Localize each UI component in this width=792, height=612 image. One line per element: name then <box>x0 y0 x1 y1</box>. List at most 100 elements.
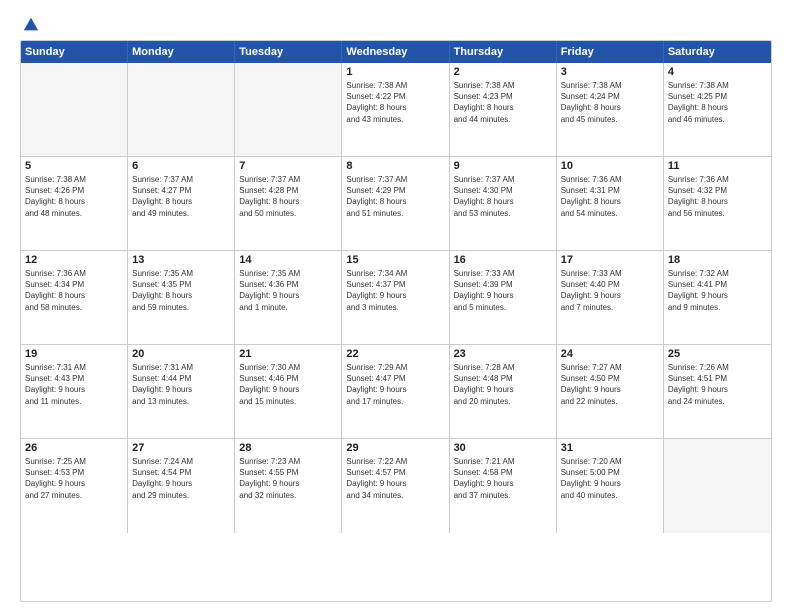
calendar-row-0: 1 Sunrise: 7:38 AM Sunset: 4:22 PM Daylig… <box>21 63 771 157</box>
day-number: 1 <box>346 66 444 78</box>
day-number: 2 <box>454 66 552 78</box>
day-info: Sunrise: 7:35 AM Sunset: 4:35 PM Dayligh… <box>132 268 230 313</box>
day-number: 24 <box>561 348 659 360</box>
calendar-cell-day-3: 3 Sunrise: 7:38 AM Sunset: 4:24 PM Daylig… <box>557 63 664 156</box>
day-info: Sunrise: 7:23 AM Sunset: 4:55 PM Dayligh… <box>239 456 337 501</box>
calendar-cell-day-24: 24 Sunrise: 7:27 AM Sunset: 4:50 PM Dayli… <box>557 345 664 438</box>
day-info: Sunrise: 7:34 AM Sunset: 4:37 PM Dayligh… <box>346 268 444 313</box>
day-number: 3 <box>561 66 659 78</box>
calendar-cell-day-26: 26 Sunrise: 7:25 AM Sunset: 4:53 PM Dayli… <box>21 439 128 533</box>
calendar-cell-day-28: 28 Sunrise: 7:23 AM Sunset: 4:55 PM Dayli… <box>235 439 342 533</box>
day-info: Sunrise: 7:33 AM Sunset: 4:39 PM Dayligh… <box>454 268 552 313</box>
calendar-cell-day-12: 12 Sunrise: 7:36 AM Sunset: 4:34 PM Dayli… <box>21 251 128 344</box>
day-info: Sunrise: 7:21 AM Sunset: 4:58 PM Dayligh… <box>454 456 552 501</box>
calendar-cell-day-27: 27Sunrise: 7:24 AM Sunset: 4:54 PM Dayli… <box>128 439 235 533</box>
day-info: Sunrise: 7:37 AM Sunset: 4:29 PM Dayligh… <box>346 174 444 219</box>
calendar-cell-empty <box>21 63 128 156</box>
day-number: 4 <box>668 66 767 78</box>
day-number: 12 <box>25 254 123 266</box>
day-info: Sunrise: 7:38 AM Sunset: 4:25 PM Dayligh… <box>668 80 767 125</box>
day-info: Sunrise: 7:37 AM Sunset: 4:28 PM Dayligh… <box>239 174 337 219</box>
day-info: Sunrise: 7:27 AM Sunset: 4:50 PM Dayligh… <box>561 362 659 407</box>
day-number: 17 <box>561 254 659 266</box>
day-number: 21 <box>239 348 337 360</box>
day-info: Sunrise: 7:20 AM Sunset: 5:00 PM Dayligh… <box>561 456 659 501</box>
calendar-cell-day-19: 19 Sunrise: 7:31 AM Sunset: 4:43 PM Dayli… <box>21 345 128 438</box>
header-day-friday: Friday <box>557 41 664 63</box>
calendar-cell-day-8: 8 Sunrise: 7:37 AM Sunset: 4:29 PM Daylig… <box>342 157 449 250</box>
calendar-page: SundayMondayTuesdayWednesdayThursdayFrid… <box>0 0 792 612</box>
day-number: 26 <box>25 442 123 454</box>
day-info: Sunrise: 7:36 AM Sunset: 4:32 PM Dayligh… <box>668 174 767 219</box>
day-number: 13 <box>132 254 230 266</box>
day-info: Sunrise: 7:31 AM Sunset: 4:44 PM Dayligh… <box>132 362 230 407</box>
day-info: Sunrise: 7:37 AM Sunset: 4:27 PM Dayligh… <box>132 174 230 219</box>
header-day-sunday: Sunday <box>21 41 128 63</box>
calendar-cell-day-2: 2 Sunrise: 7:38 AM Sunset: 4:23 PM Daylig… <box>450 63 557 156</box>
logo <box>20 16 40 30</box>
day-info: Sunrise: 7:32 AM Sunset: 4:41 PM Dayligh… <box>668 268 767 313</box>
calendar-cell-day-11: 11 Sunrise: 7:36 AM Sunset: 4:32 PM Dayli… <box>664 157 771 250</box>
calendar-row-1: 5Sunrise: 7:38 AM Sunset: 4:26 PM Daylig… <box>21 157 771 251</box>
day-info: Sunrise: 7:25 AM Sunset: 4:53 PM Dayligh… <box>25 456 123 501</box>
calendar-cell-day-17: 17 Sunrise: 7:33 AM Sunset: 4:40 PM Dayli… <box>557 251 664 344</box>
day-info: Sunrise: 7:38 AM Sunset: 4:22 PM Dayligh… <box>346 80 444 125</box>
day-info: Sunrise: 7:31 AM Sunset: 4:43 PM Dayligh… <box>25 362 123 407</box>
day-number: 14 <box>239 254 337 266</box>
day-number: 20 <box>132 348 230 360</box>
day-number: 15 <box>346 254 444 266</box>
day-number: 5 <box>25 160 123 172</box>
day-number: 7 <box>239 160 337 172</box>
day-number: 6 <box>132 160 230 172</box>
day-number: 8 <box>346 160 444 172</box>
calendar-cell-day-23: 23 Sunrise: 7:28 AM Sunset: 4:48 PM Dayli… <box>450 345 557 438</box>
day-number: 18 <box>668 254 767 266</box>
day-info: Sunrise: 7:35 AM Sunset: 4:36 PM Dayligh… <box>239 268 337 313</box>
calendar-cell-day-20: 20 Sunrise: 7:31 AM Sunset: 4:44 PM Dayli… <box>128 345 235 438</box>
day-info: Sunrise: 7:36 AM Sunset: 4:34 PM Dayligh… <box>25 268 123 313</box>
day-number: 31 <box>561 442 659 454</box>
day-info: Sunrise: 7:33 AM Sunset: 4:40 PM Dayligh… <box>561 268 659 313</box>
day-info: Sunrise: 7:22 AM Sunset: 4:57 PM Dayligh… <box>346 456 444 501</box>
day-number: 10 <box>561 160 659 172</box>
day-number: 30 <box>454 442 552 454</box>
day-info: Sunrise: 7:37 AM Sunset: 4:30 PM Dayligh… <box>454 174 552 219</box>
header-day-monday: Monday <box>128 41 235 63</box>
calendar-cell-day-15: 15 Sunrise: 7:34 AM Sunset: 4:37 PM Dayli… <box>342 251 449 344</box>
calendar: SundayMondayTuesdayWednesdayThursdayFrid… <box>20 40 772 602</box>
calendar-cell-day-10: 10 Sunrise: 7:36 AM Sunset: 4:31 PM Dayli… <box>557 157 664 250</box>
calendar-row-4: 26 Sunrise: 7:25 AM Sunset: 4:53 PM Dayli… <box>21 439 771 533</box>
calendar-row-2: 12 Sunrise: 7:36 AM Sunset: 4:34 PM Dayli… <box>21 251 771 345</box>
day-number: 29 <box>346 442 444 454</box>
day-info: Sunrise: 7:28 AM Sunset: 4:48 PM Dayligh… <box>454 362 552 407</box>
day-number: 28 <box>239 442 337 454</box>
calendar-cell-day-22: 22 Sunrise: 7:29 AM Sunset: 4:47 PM Dayli… <box>342 345 449 438</box>
header-day-saturday: Saturday <box>664 41 771 63</box>
calendar-cell-day-25: 25Sunrise: 7:26 AM Sunset: 4:51 PM Dayli… <box>664 345 771 438</box>
calendar-cell-day-29: 29 Sunrise: 7:22 AM Sunset: 4:57 PM Dayli… <box>342 439 449 533</box>
page-header <box>20 16 772 30</box>
day-number: 22 <box>346 348 444 360</box>
day-number: 9 <box>454 160 552 172</box>
day-info: Sunrise: 7:30 AM Sunset: 4:46 PM Dayligh… <box>239 362 337 407</box>
calendar-cell-day-5: 5Sunrise: 7:38 AM Sunset: 4:26 PM Daylig… <box>21 157 128 250</box>
calendar-cell-day-16: 16 Sunrise: 7:33 AM Sunset: 4:39 PM Dayli… <box>450 251 557 344</box>
day-info: Sunrise: 7:29 AM Sunset: 4:47 PM Dayligh… <box>346 362 444 407</box>
day-number: 27 <box>132 442 230 454</box>
calendar-cell-day-7: 7 Sunrise: 7:37 AM Sunset: 4:28 PM Daylig… <box>235 157 342 250</box>
day-info: Sunrise: 7:38 AM Sunset: 4:24 PM Dayligh… <box>561 80 659 125</box>
day-info: Sunrise: 7:36 AM Sunset: 4:31 PM Dayligh… <box>561 174 659 219</box>
day-number: 16 <box>454 254 552 266</box>
day-info: Sunrise: 7:26 AM Sunset: 4:51 PM Dayligh… <box>668 362 767 407</box>
day-number: 11 <box>668 160 767 172</box>
calendar-row-3: 19 Sunrise: 7:31 AM Sunset: 4:43 PM Dayli… <box>21 345 771 439</box>
day-number: 19 <box>25 348 123 360</box>
calendar-cell-day-31: 31 Sunrise: 7:20 AM Sunset: 5:00 PM Dayli… <box>557 439 664 533</box>
header-day-thursday: Thursday <box>450 41 557 63</box>
day-number: 23 <box>454 348 552 360</box>
header-day-wednesday: Wednesday <box>342 41 449 63</box>
calendar-cell-day-4: 4 Sunrise: 7:38 AM Sunset: 4:25 PM Daylig… <box>664 63 771 156</box>
calendar-cell-day-13: 13 Sunrise: 7:35 AM Sunset: 4:35 PM Dayli… <box>128 251 235 344</box>
calendar-cell-day-14: 14 Sunrise: 7:35 AM Sunset: 4:36 PM Dayli… <box>235 251 342 344</box>
day-info: Sunrise: 7:38 AM Sunset: 4:23 PM Dayligh… <box>454 80 552 125</box>
